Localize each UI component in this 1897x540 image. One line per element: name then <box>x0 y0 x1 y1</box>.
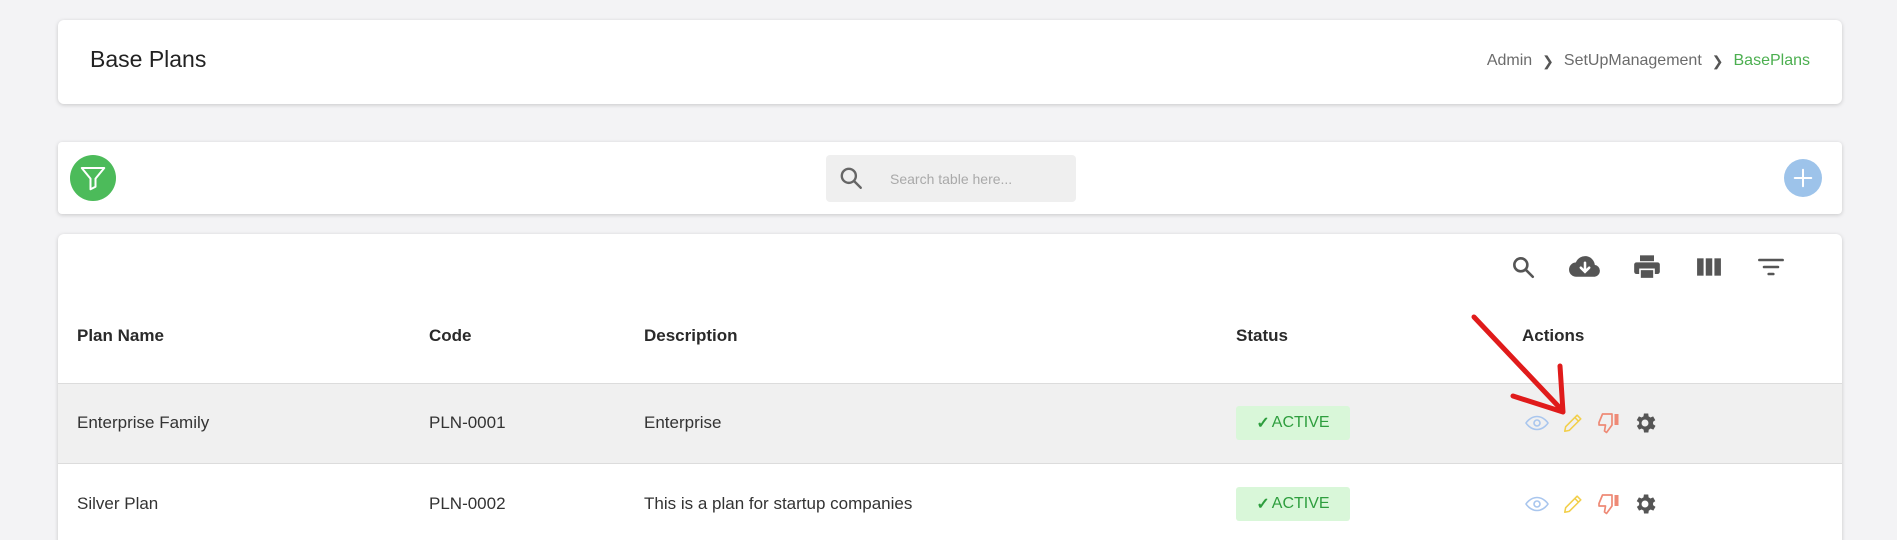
table-tools <box>1492 250 1802 284</box>
status-label: ACTIVE <box>1271 495 1330 512</box>
filter-button[interactable] <box>70 155 116 201</box>
status-badge: ✓ ACTIVE <box>1236 487 1350 521</box>
edit-button[interactable] <box>1560 491 1586 517</box>
chevron-right-icon: ❯ <box>1711 52 1724 69</box>
edit-button[interactable] <box>1560 410 1586 436</box>
column-header-code[interactable]: Code <box>429 326 472 346</box>
settings-button[interactable] <box>1632 410 1658 436</box>
status-badge: ✓ ACTIVE <box>1236 406 1350 440</box>
view-button[interactable] <box>1524 491 1550 517</box>
gear-icon <box>1636 494 1656 514</box>
plan-name-cell: Enterprise Family <box>77 413 210 432</box>
chevron-right-icon: ❯ <box>1542 52 1554 69</box>
download-button[interactable] <box>1554 250 1616 284</box>
cloud-download-icon <box>1569 256 1600 277</box>
check-icon: ✓ <box>1256 496 1270 513</box>
printer-icon <box>1634 255 1660 280</box>
page-title: Base Plans <box>90 46 207 72</box>
view-button[interactable] <box>1524 410 1550 436</box>
settings-button[interactable] <box>1632 491 1658 517</box>
breadcrumb-item-setup-management[interactable]: SetUpManagement <box>1564 52 1702 70</box>
column-header-actions: Actions <box>1522 326 1585 345</box>
row-actions <box>1524 491 1658 517</box>
deactivate-button[interactable] <box>1596 410 1622 436</box>
print-button[interactable] <box>1616 250 1678 284</box>
status-label: ACTIVE <box>1271 414 1330 431</box>
pencil-icon <box>1563 414 1582 433</box>
search-input[interactable] <box>890 167 1060 191</box>
column-header-description[interactable]: Description <box>644 326 738 346</box>
table-row[interactable]: Enterprise Family PLN-0001 Enterprise ✓ A… <box>58 384 1842 464</box>
eye-icon <box>1525 496 1549 512</box>
description-cell: This is a plan for startup companies <box>644 494 913 513</box>
breadcrumb: Admin ❯ SetUpManagement ❯ BasePlans <box>1487 52 1810 70</box>
description-cell: Enterprise <box>644 413 722 432</box>
column-header-plan-name[interactable]: Plan Name <box>77 326 164 346</box>
breadcrumb-item-admin[interactable]: Admin <box>1487 52 1532 70</box>
code-cell: PLN-0002 <box>429 494 506 513</box>
check-icon: ✓ <box>1256 415 1270 432</box>
add-button[interactable] <box>1784 159 1822 197</box>
column-header-status[interactable]: Status <box>1236 326 1288 346</box>
view-columns-button[interactable] <box>1678 250 1740 284</box>
filter-list-icon <box>1758 258 1784 276</box>
table-row[interactable]: Silver Plan PLN-0002 This is a plan for … <box>58 465 1842 540</box>
plan-name-cell: Silver Plan <box>77 494 159 513</box>
table-search <box>826 155 1076 202</box>
search-icon <box>1513 257 1535 279</box>
data-table: Plan Name Code Description Status Action… <box>58 234 1842 540</box>
search-icon <box>840 167 862 189</box>
table-search-button[interactable] <box>1492 250 1554 284</box>
toolbar <box>58 142 1842 214</box>
breadcrumb-item-base-plans: BasePlans <box>1733 52 1811 69</box>
filter-table-button[interactable] <box>1740 250 1802 284</box>
eye-icon <box>1525 415 1549 431</box>
filter-icon <box>80 167 106 191</box>
code-cell: PLN-0001 <box>429 413 506 432</box>
view-column-icon <box>1697 258 1721 276</box>
gear-icon <box>1636 413 1656 433</box>
pencil-icon <box>1563 495 1582 514</box>
page-header: Base Plans Admin ❯ SetUpManagement ❯ Bas… <box>58 20 1842 104</box>
thumbs-down-icon <box>1598 494 1619 515</box>
row-actions <box>1524 410 1658 436</box>
thumbs-down-icon <box>1598 413 1619 434</box>
plus-icon <box>1793 168 1813 188</box>
deactivate-button[interactable] <box>1596 491 1622 517</box>
